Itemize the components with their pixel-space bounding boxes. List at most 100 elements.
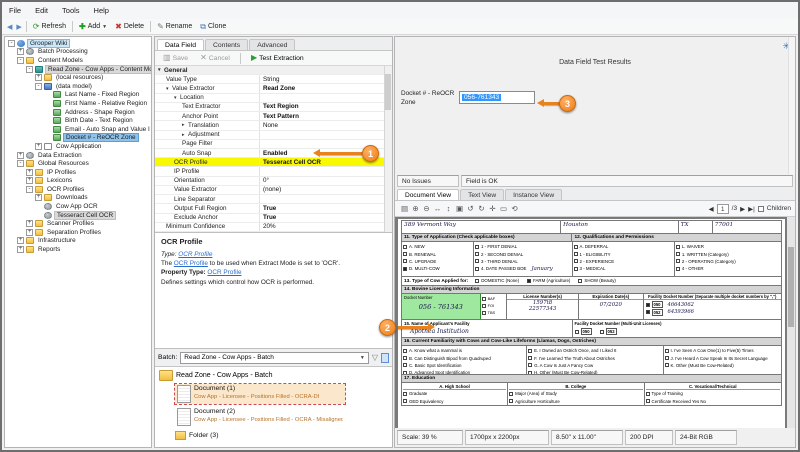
tree-expander-icon[interactable]: + [26,220,33,227]
batch-folder[interactable]: Folder (3) [175,431,388,440]
forward-icon[interactable]: ▶ [14,23,23,31]
tree-expander-icon[interactable]: + [26,229,33,236]
tree-item[interactable]: -Read Zone - Cow Apps - Content Mod [5,65,151,74]
tree-item[interactable]: -Grooper Wiki [5,39,151,48]
property-row[interactable]: Text ExtractorText Region [155,103,384,112]
add-button[interactable]: ✚Add▼ [75,22,111,32]
refresh-button[interactable]: ⟳Refresh [29,22,70,32]
tree-item[interactable]: -Global Resources [5,159,151,168]
property-row[interactable]: ▸TranslationNone [155,121,384,130]
delete-button[interactable]: ✖Delete [111,22,148,32]
tree-expander-icon[interactable]: + [26,177,33,184]
tree-item[interactable]: +Infrastructure [5,237,151,246]
tree-item[interactable]: Cow App OCR [5,202,151,211]
help-body-link[interactable]: OCR Profile [174,260,208,267]
tree-item[interactable]: Address - Shape Region [5,108,151,117]
menu-help[interactable]: Help [87,4,116,17]
tree-expander-icon[interactable]: + [26,169,33,176]
tab-document-view[interactable]: Document View [397,189,459,200]
property-row[interactable]: ▾General [155,66,384,75]
tree-item[interactable]: -(data model) [5,82,151,91]
tree-item[interactable]: -Content Models [5,56,151,65]
tree-expander-icon[interactable]: - [17,160,24,167]
property-row[interactable]: Page Filter [155,140,384,149]
property-row[interactable]: OCR ProfileTesseract Cell OCR [155,158,384,167]
cancel-button[interactable]: ✕Cancel [196,53,234,63]
actual-size-icon[interactable]: ▣ [454,204,465,213]
property-row[interactable]: IP Profile [155,167,384,176]
property-row[interactable]: Orientation0° [155,177,384,186]
tree-item[interactable]: +Data Extraction [5,151,151,160]
tab-data-field[interactable]: Data Field [157,39,204,50]
tree-expander-icon[interactable]: + [35,74,42,81]
zoom-out-icon[interactable]: ⊖ [421,204,432,213]
tree-expander-icon[interactable]: - [17,57,24,64]
tree-expander-icon[interactable]: + [35,143,42,150]
tree-item[interactable]: +IP Profiles [5,168,151,177]
fit-width-icon[interactable]: ↔ [432,204,443,213]
tree-expander-icon[interactable]: - [26,186,33,193]
tree-item[interactable]: -OCR Profiles [5,185,151,194]
children-checkbox[interactable] [758,206,764,212]
property-grid-scrollbar[interactable] [384,66,392,232]
property-row[interactable]: Exclude AnchorTrue [155,214,384,223]
tab-advanced[interactable]: Advanced [249,39,295,50]
property-row[interactable]: Minimum Confidence20% [155,223,384,232]
help-type-link[interactable]: OCR Profile [178,251,212,258]
thumbnails-panel-icon[interactable]: ▤ [399,204,410,213]
tree-expander-icon[interactable]: + [35,194,42,201]
menu-edit[interactable]: Edit [28,4,55,17]
page-number-input[interactable]: 1 [717,204,729,214]
tree-expander-icon[interactable]: - [35,83,42,90]
tree-expander-icon[interactable]: - [26,66,33,73]
rename-button[interactable]: ✎Rename [153,22,196,32]
last-page-icon[interactable]: ▶| [748,205,755,213]
tab-text-view[interactable]: Text View [460,189,504,200]
pan-icon[interactable]: ✛ [487,204,498,213]
tree-item[interactable]: +Cow Application [5,142,151,151]
select-region-icon[interactable]: ▭ [498,204,509,213]
tree-item[interactable]: +Downloads [5,194,151,203]
tree-item[interactable]: +Lexicons [5,177,151,186]
zoom-in-icon[interactable]: ⊕ [410,204,421,213]
batch-document[interactable]: Document (1)Cow App - Licensee - Positio… [175,384,345,404]
property-row[interactable]: Output Full RegionTrue [155,204,384,213]
tree-item[interactable]: First Name - Relative Region [5,99,151,108]
menu-file[interactable]: File [2,4,28,17]
property-row[interactable]: Anchor PointText Pattern [155,112,384,121]
tab-instance-view[interactable]: Instance View [505,189,562,200]
tree-item[interactable]: Birth Date - Text Region [5,116,151,125]
test-extraction-button[interactable]: ▶Test Extraction [247,53,308,63]
canvas-scrollbar[interactable] [787,217,795,428]
tree-expander-icon[interactable]: + [17,48,24,55]
property-row[interactable]: Value Extractor(none) [155,186,384,195]
rotate-right-icon[interactable]: ↻ [476,204,487,213]
clone-button[interactable]: ⧉Clone [196,22,230,32]
fit-height-icon[interactable]: ↕ [443,204,454,213]
tree-expander-icon[interactable]: + [17,152,24,159]
batch-root-folder[interactable]: Read Zone - Cow Apps - Batch [159,370,388,381]
tree-expander-icon[interactable]: - [8,40,15,47]
batch-document[interactable]: Document (2)Cow App - Licensee - Positio… [175,407,345,427]
help-ptype-link[interactable]: OCR Profile [207,269,241,276]
batch-selector[interactable]: Read Zone - Cow Apps - Batch▼ [180,352,369,364]
property-row[interactable]: ▸Adjustment [155,131,384,140]
field-value-box[interactable]: 056-761343 [459,91,535,104]
tree-expander-icon[interactable]: + [17,237,24,244]
tree-item[interactable]: Last Name - Fixed Region [5,91,151,100]
filter-icon[interactable]: ▽ [372,353,378,362]
document-canvas[interactable]: 389 Vermont Way Houston TX 77001 11. Typ… [395,217,795,428]
rotate-left-icon[interactable]: ↺ [465,204,476,213]
tree-item[interactable]: +Scanner Profiles [5,219,151,228]
tree-item[interactable]: +Batch Processing [5,48,151,57]
tab-contents[interactable]: Contents [205,39,248,50]
tree-item[interactable]: +(local resources) [5,73,151,82]
tree-expander-icon[interactable]: + [17,246,24,253]
document-icon[interactable] [381,353,389,363]
tree-item[interactable]: Email - Auto Snap and Value I [5,125,151,134]
tree-item[interactable]: Tesseract Cell OCR [5,211,151,220]
property-row[interactable]: Line Separator [155,195,384,204]
back-icon[interactable]: ◀ [5,23,14,31]
property-row[interactable]: ▾Value ExtractorRead Zone [155,84,384,93]
next-page-icon[interactable]: ▶ [740,205,745,213]
